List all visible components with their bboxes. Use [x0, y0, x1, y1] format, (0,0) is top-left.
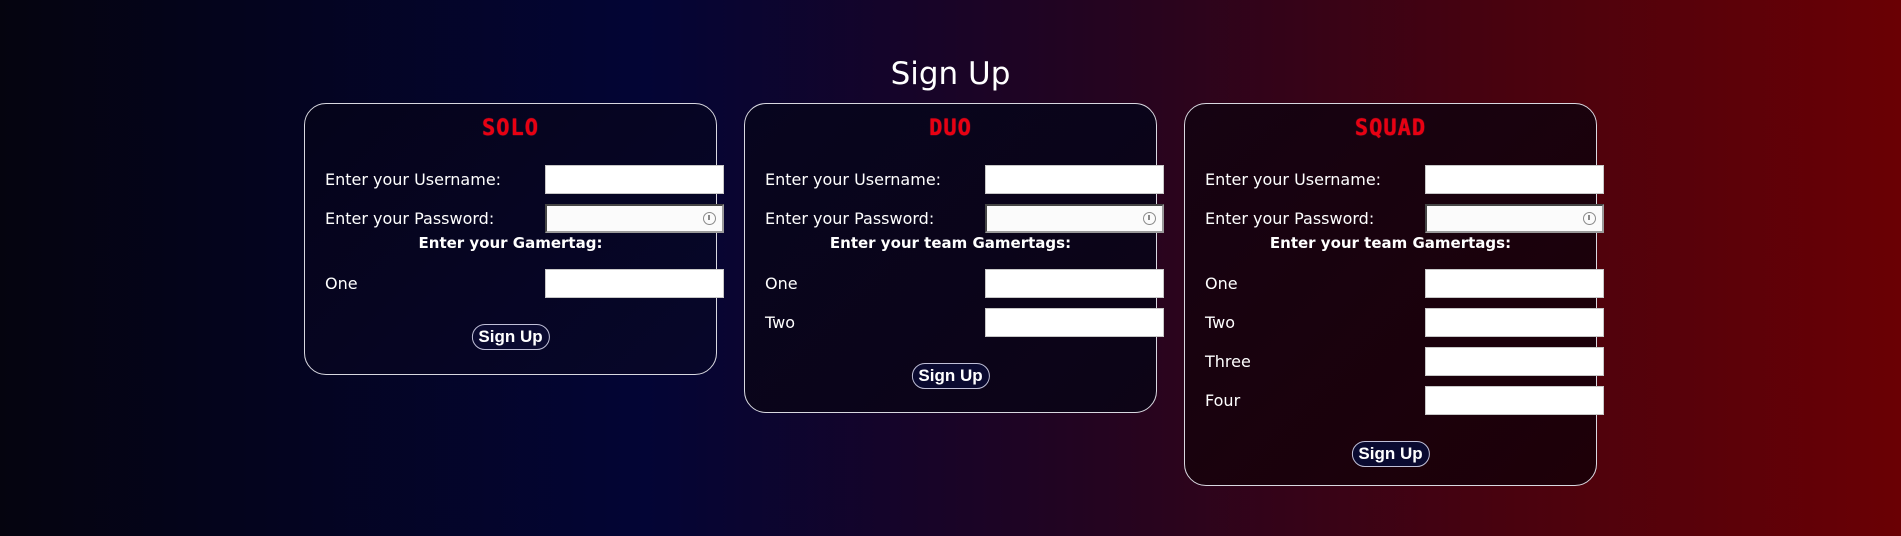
password-label: Enter your Password: [325, 209, 495, 228]
gamertag-input-one[interactable] [1425, 269, 1604, 298]
gamertag-row: Two [1205, 308, 1604, 337]
gamertag-label-two: Two [765, 313, 795, 332]
username-row: Enter your Username: [1205, 165, 1604, 194]
gamertag-label-three: Three [1205, 352, 1251, 371]
gamertag-row: Two [765, 308, 1164, 337]
sign-up-button[interactable]: Sign Up [471, 324, 550, 350]
gamertag-label-one: One [1205, 274, 1238, 293]
gamertag-input-two[interactable] [985, 308, 1164, 337]
sign-up-button[interactable]: Sign Up [1351, 441, 1430, 467]
card-title: SQUAD [1354, 116, 1427, 141]
solo-card: SOLO Enter your Username: Enter your Pas… [304, 103, 724, 375]
gamertag-row: One [325, 269, 724, 298]
gamertag-label-one: One [325, 274, 358, 293]
password-reveal-icon[interactable] [1143, 212, 1156, 225]
password-input[interactable] [985, 204, 1164, 233]
gamertag-heading: Enter your team Gamertags: [829, 234, 1072, 252]
username-input[interactable] [545, 165, 724, 194]
username-label: Enter your Username: [1205, 170, 1382, 189]
password-label: Enter your Password: [1205, 209, 1375, 228]
username-row: Enter your Username: [325, 165, 724, 194]
password-reveal-icon[interactable] [703, 212, 716, 225]
sign-up-button[interactable]: Sign Up [911, 363, 990, 389]
gamertag-input-four[interactable] [1425, 386, 1604, 415]
gamertag-input-one[interactable] [545, 269, 724, 298]
gamertag-row: Four [1205, 386, 1604, 415]
password-input[interactable] [1425, 204, 1604, 233]
gamertag-input-two[interactable] [1425, 308, 1604, 337]
gamertag-label-two: Two [1205, 313, 1235, 332]
gamertag-input-one[interactable] [985, 269, 1164, 298]
username-row: Enter your Username: [765, 165, 1164, 194]
gamertag-row: Three [1205, 347, 1604, 376]
gamertag-row: One [1205, 269, 1604, 298]
password-row: Enter your Password: [1205, 204, 1604, 233]
password-row: Enter your Password: [765, 204, 1164, 233]
gamertag-input-three[interactable] [1425, 347, 1604, 376]
password-reveal-icon[interactable] [1583, 212, 1596, 225]
username-input[interactable] [1425, 165, 1604, 194]
gamertag-row: One [765, 269, 1164, 298]
duo-card: DUO Enter your Username: Enter your Pass… [744, 103, 1164, 413]
password-input[interactable] [545, 204, 724, 233]
username-label: Enter your Username: [325, 170, 502, 189]
gamertag-label-four: Four [1205, 391, 1241, 410]
squad-card: SQUAD Enter your Username: Enter your Pa… [1184, 103, 1604, 486]
username-input[interactable] [985, 165, 1164, 194]
gamertag-heading: Enter your Gamertag: [418, 234, 603, 252]
page-title: Sign Up [890, 56, 1011, 92]
password-label: Enter your Password: [765, 209, 935, 228]
username-label: Enter your Username: [765, 170, 942, 189]
gamertag-heading: Enter your team Gamertags: [1269, 234, 1512, 252]
card-title: DUO [929, 116, 972, 141]
gamertag-label-one: One [765, 274, 798, 293]
card-title: SOLO [482, 116, 539, 141]
password-row: Enter your Password: [325, 204, 724, 233]
